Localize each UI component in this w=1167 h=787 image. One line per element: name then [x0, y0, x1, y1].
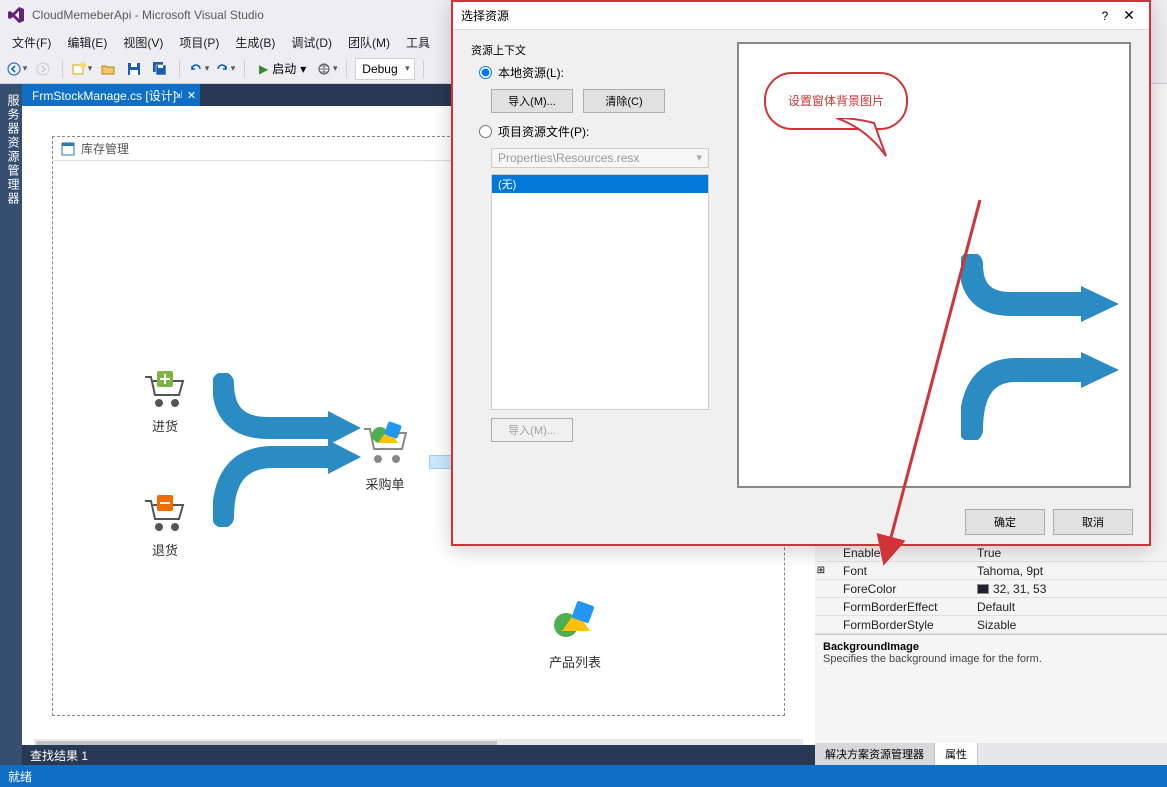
open-file-button[interactable] — [97, 58, 119, 80]
dialog-title: 选择资源 — [461, 7, 1093, 24]
resource-list-item-none[interactable]: (无) — [492, 175, 708, 193]
wf-return[interactable]: 退货 — [141, 493, 189, 559]
menu-tools[interactable]: 工具 — [398, 34, 438, 51]
resource-context-label: 资源上下文 — [471, 42, 721, 58]
sidebar-server-explorer[interactable]: 服务器资源管理器 — [5, 90, 22, 759]
propdesc-text: Specifies the background image for the f… — [823, 653, 1159, 665]
window-title: CloudMemeberApi - Microsoft Visual Studi… — [32, 8, 264, 22]
browser-select-button[interactable]: ▾ — [316, 58, 338, 80]
vs-logo-icon — [8, 7, 24, 23]
form-title-text: 库存管理 — [81, 140, 129, 157]
right-panel-tabs: 解决方案资源管理器 属性 — [815, 743, 1167, 765]
prop-row-font[interactable]: ⊞FontTahoma, 9pt — [815, 562, 1167, 580]
radio-local-input[interactable] — [479, 66, 492, 79]
radio-project-resource[interactable]: 项目资源文件(P): — [479, 123, 721, 140]
menu-team[interactable]: 团队(M) — [340, 34, 398, 51]
arrow-return-to-purchase — [213, 437, 363, 527]
save-button[interactable] — [123, 58, 145, 80]
wf-stockin[interactable]: 进货 — [141, 369, 189, 435]
import-button[interactable]: 导入(M)... — [491, 89, 573, 113]
menu-build[interactable]: 生成(B) — [227, 34, 283, 51]
left-sidebar: 服务器资源管理器 工具箱 测试资源管理器 — [0, 84, 22, 765]
status-bar: 就绪 — [0, 765, 1167, 787]
start-label: 启动 — [272, 60, 296, 77]
status-text: 就绪 — [8, 768, 32, 785]
resx-file-combo: Properties\Resources.resx — [491, 148, 709, 168]
dialog-help-button[interactable]: ? — [1093, 9, 1117, 23]
config-combo[interactable]: Debug — [355, 58, 414, 80]
nav-forward-button[interactable] — [32, 58, 54, 80]
cancel-button[interactable]: 取消 — [1053, 509, 1133, 535]
dialog-close-button[interactable]: ✕ — [1117, 7, 1141, 24]
wf-purchase-label: 采购单 — [358, 474, 412, 493]
find-results-bar[interactable]: 查找结果 1 — [22, 745, 815, 765]
dialog-titlebar: 选择资源 ? ✕ — [453, 2, 1149, 30]
form-icon — [61, 142, 75, 156]
redo-button[interactable]: ▾ — [214, 58, 236, 80]
prop-row-enabled[interactable]: EnabledTrue — [815, 544, 1167, 562]
tab-pin-icon[interactable]: ⇲ — [174, 90, 182, 101]
propdesc-title: BackgroundImage — [823, 641, 1159, 653]
wf-products[interactable]: 产品列表 — [548, 597, 602, 671]
prop-row-formborderstyle[interactable]: FormBorderStyleSizable — [815, 616, 1167, 634]
menu-debug[interactable]: 调试(D) — [283, 34, 340, 51]
start-debug-button[interactable]: ▶启动▾ — [253, 60, 312, 77]
property-description: BackgroundImage Specifies the background… — [815, 634, 1167, 671]
resource-list[interactable]: (无) — [491, 174, 709, 410]
callout-bubble: 设置窗体背景图片 — [764, 72, 908, 130]
menu-view[interactable]: 视图(V) — [115, 34, 171, 51]
tab-properties[interactable]: 属性 — [935, 743, 978, 765]
callout-tail-icon — [836, 118, 896, 158]
radio-project-input[interactable] — [479, 125, 492, 138]
menu-edit[interactable]: 编辑(E) — [59, 34, 115, 51]
callout-text: 设置窗体背景图片 — [788, 94, 884, 108]
prop-row-forecolor[interactable]: ForeColor32, 31, 53 — [815, 580, 1167, 598]
import2-button: 导入(M)... — [491, 418, 573, 442]
prop-row-formbordereffect[interactable]: FormBorderEffectDefault — [815, 598, 1167, 616]
tab-close-icon[interactable]: ✕ — [187, 89, 196, 102]
save-all-button[interactable] — [149, 58, 171, 80]
wf-purchase[interactable]: 采购单 — [358, 419, 412, 493]
wf-products-label: 产品列表 — [548, 652, 602, 671]
menu-file[interactable]: 文件(F) — [4, 34, 59, 51]
radio-local-resource[interactable]: 本地资源(L): — [479, 64, 721, 81]
annotation-callout: 设置窗体背景图片 — [764, 72, 908, 130]
document-tab-active[interactable]: FrmStockManage.cs [设计] ⇲ ✕ — [22, 84, 200, 106]
clear-button[interactable]: 清除(C) — [583, 89, 665, 113]
dialog-footer: 确定 取消 — [453, 500, 1149, 544]
wf-return-label: 退货 — [141, 540, 189, 559]
annotation-arrow-icon — [870, 190, 990, 590]
nav-back-button[interactable]: ▾ — [6, 58, 28, 80]
new-project-button[interactable]: ▾ — [71, 58, 93, 80]
dialog-left-pane: 资源上下文 本地资源(L): 导入(M)... 清除(C) 项目资源文件(P):… — [471, 42, 721, 488]
tab-label: FrmStockManage.cs [设计] — [32, 87, 176, 104]
tab-solution-explorer[interactable]: 解决方案资源管理器 — [815, 743, 935, 765]
menu-project[interactable]: 项目(P) — [171, 34, 227, 51]
undo-button[interactable]: ▾ — [188, 58, 210, 80]
wf-stockin-label: 进货 — [141, 416, 189, 435]
